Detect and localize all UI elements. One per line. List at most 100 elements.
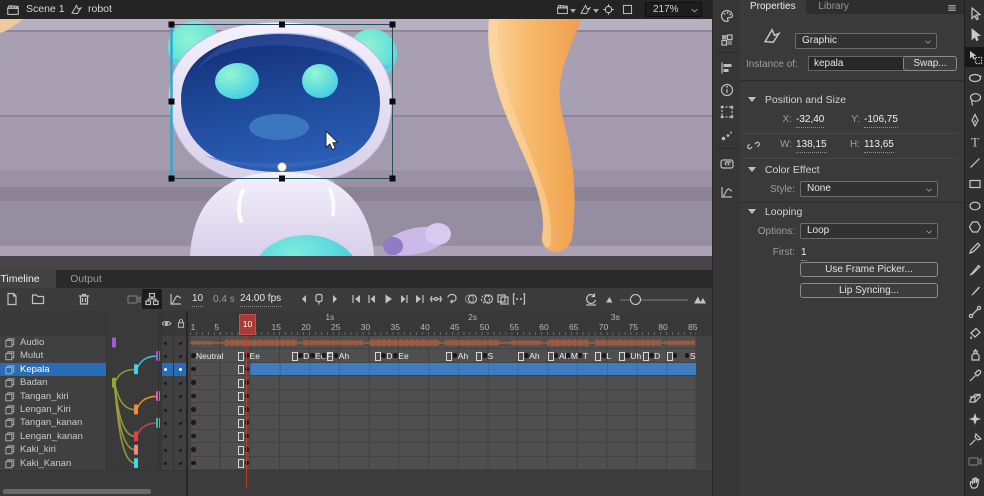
blank-keyframe-marker[interactable] bbox=[619, 352, 625, 361]
edit-symbols-caret[interactable] bbox=[593, 9, 599, 13]
align-panel-icon[interactable] bbox=[719, 60, 735, 76]
asset-warp-tool[interactable] bbox=[967, 411, 983, 427]
h-value[interactable]: 113,65 bbox=[864, 137, 894, 153]
frames-row-Lengan_kanan[interactable] bbox=[188, 430, 712, 444]
transform-panel-icon[interactable] bbox=[719, 104, 735, 120]
keyframe-D[interactable] bbox=[649, 353, 654, 358]
swap-button[interactable]: Swap... bbox=[903, 56, 957, 71]
eyedropper-tool[interactable] bbox=[967, 368, 983, 384]
pen-tool[interactable] bbox=[967, 113, 983, 129]
lock-dot-Mulut[interactable] bbox=[179, 355, 182, 358]
breadcrumb-scene[interactable]: Scene 1 bbox=[26, 0, 65, 19]
clip-outside-stage-icon[interactable] bbox=[621, 3, 634, 16]
tab-library[interactable]: Library bbox=[808, 0, 859, 14]
onion-skin-button[interactable] bbox=[463, 291, 479, 307]
text-tool[interactable]: T bbox=[967, 134, 983, 150]
frames-row-Lengan_Kiri[interactable] bbox=[188, 403, 712, 417]
blank-keyframe-marker[interactable] bbox=[476, 352, 482, 361]
blank-keyframe-marker[interactable] bbox=[238, 459, 244, 468]
paint-brush-tool[interactable] bbox=[967, 262, 983, 278]
modify-markers-button[interactable] bbox=[511, 291, 527, 307]
breadcrumb-symbol[interactable]: robot bbox=[88, 0, 112, 19]
blank-keyframe-marker[interactable] bbox=[238, 419, 244, 428]
frames-row-Badan[interactable] bbox=[188, 376, 712, 390]
keyframe-Ah[interactable] bbox=[524, 353, 529, 358]
lasso-tool[interactable] bbox=[967, 91, 983, 107]
delete-layer-button[interactable] bbox=[76, 291, 92, 307]
keyframe-dot[interactable] bbox=[191, 380, 196, 385]
pencil-tool[interactable] bbox=[967, 240, 983, 256]
blank-keyframe-marker[interactable] bbox=[595, 352, 601, 361]
subselection-tool[interactable] bbox=[967, 27, 983, 43]
color-panel-icon[interactable] bbox=[719, 8, 735, 24]
zoom-out-timeline-button[interactable] bbox=[602, 291, 618, 307]
section-looping[interactable]: Looping bbox=[748, 206, 802, 219]
keyframe-dot[interactable] bbox=[191, 447, 196, 452]
lip-syncing-button[interactable]: Lip Syncing... bbox=[800, 283, 938, 298]
polystar-tool[interactable] bbox=[967, 219, 983, 235]
timeline-zoom-slider-knob[interactable] bbox=[630, 294, 641, 305]
reset-timeline-zoom-button[interactable] bbox=[583, 291, 599, 307]
visibility-dot-Audio[interactable] bbox=[164, 342, 167, 345]
keyframe-dot[interactable] bbox=[191, 461, 196, 466]
lock-wh-link-icon[interactable] bbox=[746, 138, 761, 153]
frame-rate-value[interactable]: 24.00 fps bbox=[240, 292, 281, 307]
center-frame-button[interactable] bbox=[428, 291, 444, 307]
blank-keyframe-marker[interactable] bbox=[238, 352, 244, 361]
first-frame-value[interactable]: 1 bbox=[801, 245, 807, 261]
oval-tool[interactable] bbox=[967, 198, 983, 214]
blank-keyframe-marker[interactable] bbox=[643, 352, 649, 361]
line-tool[interactable] bbox=[967, 155, 983, 171]
blank-keyframe-marker[interactable] bbox=[518, 352, 524, 361]
add-camera-button[interactable] bbox=[126, 291, 142, 307]
blank-keyframe-marker[interactable] bbox=[238, 406, 244, 415]
go-to-last-frame-button[interactable] bbox=[412, 291, 428, 307]
w-value[interactable]: 138,15 bbox=[796, 137, 827, 153]
visibility-dot-Mulut[interactable] bbox=[164, 355, 167, 358]
selection-tool[interactable] bbox=[967, 6, 983, 22]
blank-keyframe-marker[interactable] bbox=[238, 365, 244, 374]
free-transform-tool[interactable] bbox=[967, 49, 983, 65]
ink-bottle-tool[interactable] bbox=[967, 347, 983, 363]
pin-tool[interactable] bbox=[967, 432, 983, 448]
lock-dot-Tangan_kanan[interactable] bbox=[179, 422, 182, 425]
keyframe-S[interactable] bbox=[483, 353, 488, 358]
go-to-first-frame-button[interactable] bbox=[348, 291, 364, 307]
symbol-type-dropdown[interactable]: Graphic bbox=[795, 33, 937, 49]
tab-output[interactable]: Output bbox=[60, 270, 112, 288]
brushes-panel-icon[interactable] bbox=[719, 128, 735, 144]
bone-tool[interactable] bbox=[967, 304, 983, 320]
keyframe-Ee[interactable] bbox=[393, 353, 398, 358]
motion-editor-panel-icon[interactable] bbox=[719, 184, 735, 200]
new-folder-button[interactable] bbox=[30, 291, 46, 307]
visibility-dot-Lengan_Kiri[interactable] bbox=[164, 409, 167, 412]
fluid-brush-tool[interactable] bbox=[967, 283, 983, 299]
frames-row-Audio[interactable] bbox=[188, 336, 712, 350]
style-dropdown[interactable]: None bbox=[800, 181, 938, 197]
step-forward-frame-button[interactable] bbox=[327, 291, 343, 307]
keyframe-T[interactable] bbox=[578, 353, 583, 358]
keyframe-Uh[interactable] bbox=[625, 353, 630, 358]
playhead-line[interactable] bbox=[246, 336, 247, 489]
current-frame-value[interactable]: 10 bbox=[192, 292, 203, 307]
frames-row-Kepala[interactable] bbox=[188, 363, 712, 377]
use-frame-picker-button[interactable]: Use Frame Picker... bbox=[800, 262, 938, 277]
keyframe-Ee[interactable] bbox=[310, 353, 315, 358]
new-layer-button[interactable] bbox=[4, 291, 20, 307]
blank-keyframe-marker[interactable] bbox=[292, 352, 298, 361]
cc-libraries-panel-icon[interactable] bbox=[719, 156, 735, 172]
frames-row-Kaki_kiri[interactable] bbox=[188, 443, 712, 457]
blank-keyframe-marker[interactable] bbox=[446, 352, 452, 361]
keyframe-D[interactable] bbox=[381, 353, 386, 358]
swatches-panel-icon[interactable] bbox=[719, 32, 735, 48]
lock-dot-Kaki_kiri[interactable] bbox=[179, 449, 182, 452]
playhead-marker-button[interactable] bbox=[311, 291, 327, 307]
paint-bucket-tool[interactable] bbox=[967, 326, 983, 342]
loop-playback-button[interactable] bbox=[444, 291, 460, 307]
edit-scene-icon[interactable] bbox=[556, 3, 569, 16]
hand-tool[interactable] bbox=[967, 475, 983, 491]
keyframe-dot[interactable] bbox=[191, 367, 196, 372]
blank-keyframe-marker[interactable] bbox=[238, 379, 244, 388]
visibility-dot-Kaki_kiri[interactable] bbox=[164, 449, 167, 452]
frames-row-Tangan_kiri[interactable] bbox=[188, 390, 712, 404]
